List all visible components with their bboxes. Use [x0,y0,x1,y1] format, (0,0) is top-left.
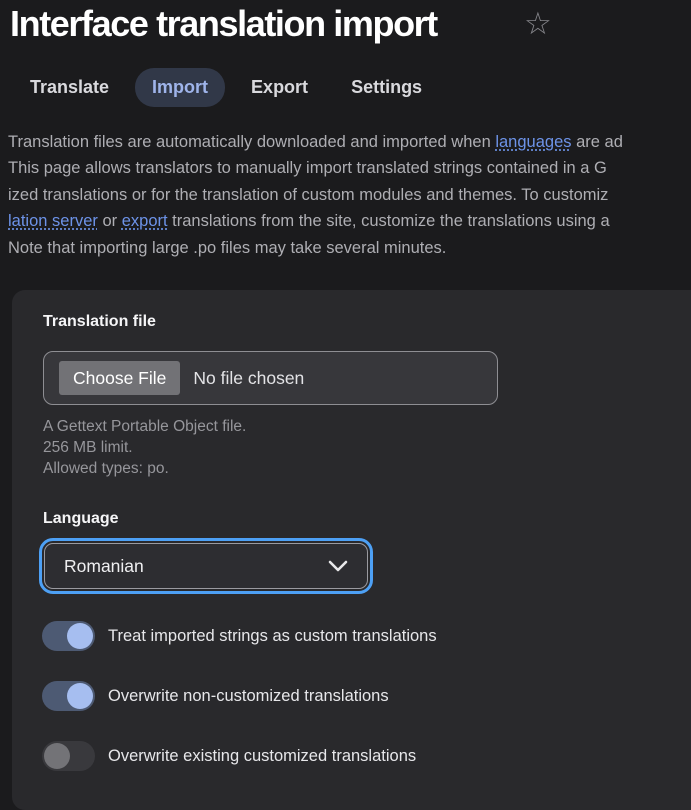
tab-import[interactable]: Import [135,68,226,107]
export-link[interactable]: export [122,212,168,230]
toggle-track[interactable] [42,621,95,651]
star-icon[interactable]: ☆ [524,4,552,44]
translation-server-link[interactable]: lation server [8,212,98,230]
description-text: Translation files are automatically down… [8,133,496,151]
file-upload-input[interactable]: Choose File No file chosen [43,351,498,405]
chevron-down-icon [328,560,348,572]
tab-bar: Translate Import Export Settings [13,68,439,107]
file-chosen-status: No file chosen [193,367,305,388]
language-select[interactable]: Romanian [39,538,373,594]
import-form-card: Translation file Choose File No file cho… [12,290,691,810]
toggle-label: Treat imported strings as custom transla… [108,626,437,645]
toggle-track[interactable] [42,681,95,711]
description-text: translations from the site, customize th… [167,212,610,231]
toggle-label: Overwrite non-customized translations [108,686,389,705]
description-line: lation server or export translations fro… [8,208,691,234]
page-title: Interface translation import [10,3,438,44]
toggle-knob [44,743,70,769]
toggle-overwrite-customized[interactable]: Overwrite existing customized translatio… [42,741,416,771]
description-line: Translation files are automatically down… [8,129,691,155]
file-help-line: A Gettext Portable Object file. [43,418,247,435]
description-line: Note that importing large .po files may … [8,235,691,261]
toggle-knob [67,623,93,649]
page-description: Translation files are automatically down… [8,129,691,261]
description-text: ized translations or for the translation… [8,185,609,204]
toggle-track[interactable] [42,741,95,771]
file-help-text: A Gettext Portable Object file. 256 MB l… [43,416,246,479]
description-text: Note that importing large .po files may … [8,238,447,257]
file-help-line: 256 MB limit. [43,439,133,456]
tab-export[interactable]: Export [234,68,325,107]
tab-settings[interactable]: Settings [334,68,439,107]
description-text: or [97,212,122,231]
file-help-line: Allowed types: po. [43,460,169,477]
languages-link[interactable]: languages [495,133,571,151]
language-select-value: Romanian [64,555,144,576]
description-text: This page allows translators to manually… [8,159,607,178]
tab-translate[interactable]: Translate [13,68,126,107]
choose-file-button[interactable]: Choose File [59,361,181,395]
toggle-knob [67,683,93,709]
description-line: This page allows translators to manually… [8,155,691,181]
translation-file-label: Translation file [43,313,156,330]
description-line: ized translations or for the translation… [8,182,691,208]
toggle-label: Overwrite existing customized translatio… [108,746,417,765]
toggle-overwrite-noncustomized[interactable]: Overwrite non-customized translations [42,681,389,711]
language-label: Language [43,510,119,527]
description-text: are ad [571,133,623,151]
toggle-custom-translations[interactable]: Treat imported strings as custom transla… [42,621,437,651]
